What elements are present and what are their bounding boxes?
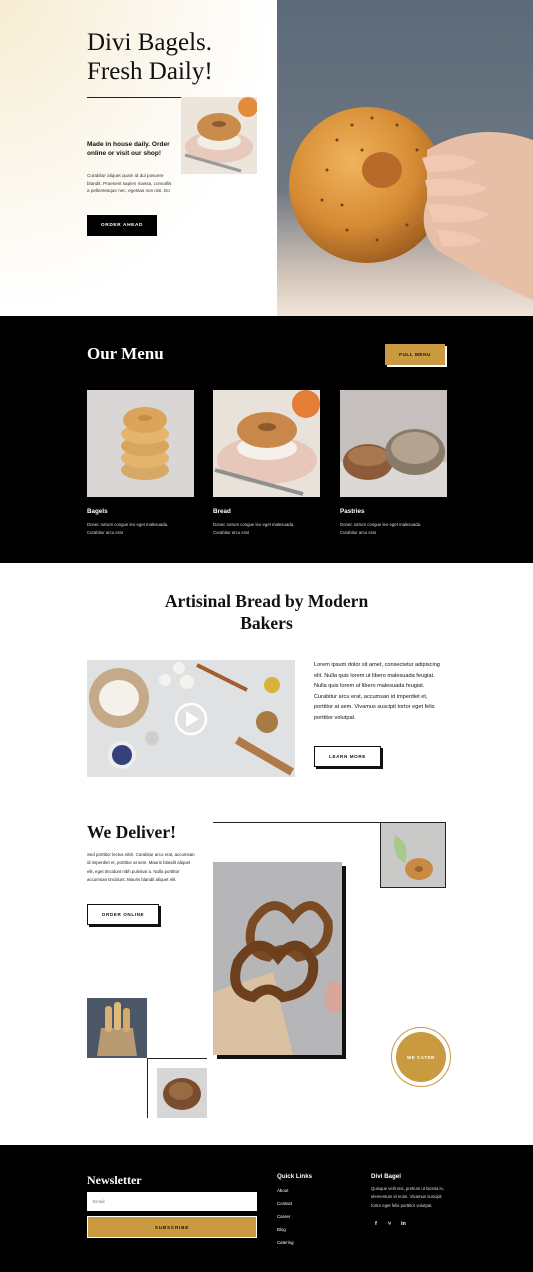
bread-image [213,390,320,497]
deliver-title: We Deliver! [87,822,176,842]
order-ahead-button[interactable]: ORDER AHEAD [87,215,157,236]
bread-bag-photo [87,998,147,1058]
quick-link-contact[interactable]: Contact [277,1197,294,1210]
brand-text: Quisque velit nisi, pretium ut lacinia i… [371,1186,445,1208]
menu-item-desc: Donec rutrum congue leo eget malesuada. … [340,522,422,535]
quick-link-about[interactable]: About [277,1184,294,1197]
full-menu-button[interactable]: FULL MENU [385,344,445,365]
pretzel-photo [213,862,342,1055]
hero-title-line2: Fresh Daily! [87,58,213,85]
hero-bagel-photo [277,0,533,316]
menu-item-name: Bagels [87,508,108,515]
quick-links-title: Quick Links [277,1173,313,1180]
menu-title: Our Menu [87,344,164,363]
footer: Newsletter SUBSCRIBE Quick Links About C… [0,1145,533,1272]
menu-card-bread[interactable]: Bread Donec rutrum congue leo eget males… [213,390,320,537]
email-field[interactable] [87,1192,257,1211]
hero-body-text: Curabitur aliquet quam id dui posuere bl… [87,173,172,193]
quick-link-blog[interactable]: Blog [277,1223,294,1236]
deliver-bagel-thumbnail [380,822,446,888]
menu-item-desc: Donec rutrum congue leo eget malesuada. … [213,522,295,535]
hero-title-line1: Divi Bagels. [87,29,212,56]
hero-subtitle: Made in house daily. Order online or vis… [87,141,170,157]
learn-more-button[interactable]: LEARN MORE [314,746,381,767]
artisinal-title: Artisinal Bread by Modern Bakers [164,591,369,633]
we-cater-badge[interactable]: WE CATER [396,1032,446,1082]
pastries-image [340,390,447,497]
twitter-icon[interactable]: ˅ [388,1221,391,1227]
quick-link-catering[interactable]: Catering [277,1236,294,1249]
deliver-divider-left [147,1058,148,1118]
hero-bagel-thumbnail [181,97,257,174]
artisinal-text: Lorem ipsum dolor sit amet, consectetur … [314,662,440,721]
round-bread-photo [157,1068,207,1118]
order-online-button[interactable]: ORDER ONLINE [87,904,159,925]
hero-title: Divi Bagels. Fresh Daily! [87,28,213,86]
quick-link-career[interactable]: Career [277,1210,294,1223]
quick-links-list: About Contact Career Blog Catering [277,1184,294,1249]
deliver-divider-top [213,822,380,823]
menu-section: Our Menu FULL MENU Bagels Donec rutrum c… [0,316,533,563]
menu-item-name: Bread [213,508,231,515]
brand-title: Divi Bagel [371,1173,401,1180]
menu-item-name: Pastries [340,508,365,515]
artisinal-video[interactable] [87,660,295,777]
deliver-divider-bottom [147,1058,207,1059]
bagels-image [87,390,194,497]
menu-card-pastries[interactable]: Pastries Donec rutrum congue leo eget ma… [340,390,447,537]
menu-card-bagels[interactable]: Bagels Donec rutrum congue leo eget male… [87,390,194,537]
deliver-text: Sed porttitor lectus nibh. Curabitur arc… [87,852,195,882]
subscribe-button[interactable]: SUBSCRIBE [87,1216,257,1238]
newsletter-title: Newsletter [87,1173,142,1187]
facebook-icon[interactable]: f [375,1221,377,1227]
menu-item-desc: Donec rutrum congue leo eget malesuada. … [87,522,169,535]
hero-section: Divi Bagels. Fresh Daily! Made in house … [0,0,533,316]
linkedin-icon[interactable]: in [401,1221,406,1227]
